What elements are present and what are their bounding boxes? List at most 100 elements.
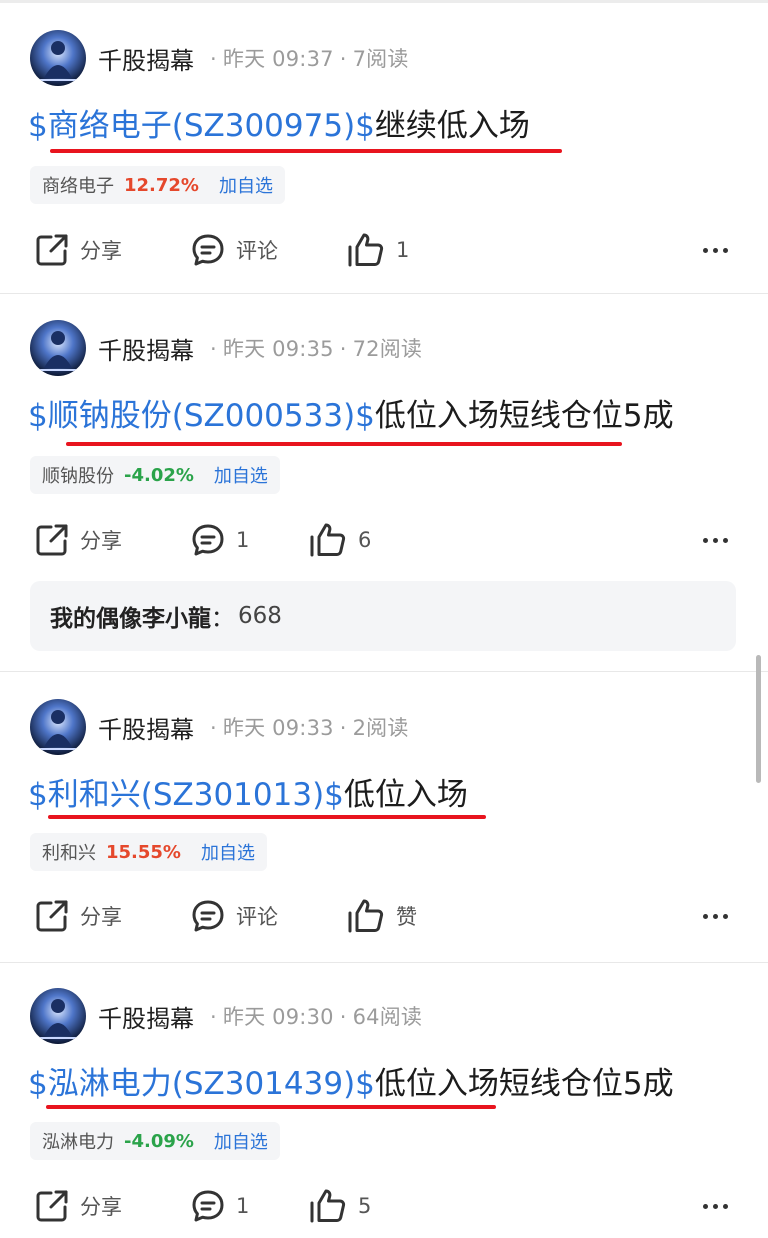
post-meta: · 昨天 09:35 · 72阅读 xyxy=(210,337,423,361)
post-title-text: 低位入场短线仓位5成 xyxy=(374,398,674,434)
post-time: 昨天 09:30 xyxy=(222,1005,334,1029)
post-header: 千股揭幕 · 昨天 09:35 · 72阅读 xyxy=(30,318,422,378)
top-divider xyxy=(0,0,768,3)
like-count: 6 xyxy=(358,528,372,552)
more-icon xyxy=(703,537,708,543)
annotation-underline xyxy=(66,442,622,446)
more-button[interactable] xyxy=(703,894,728,938)
post-meta: · 昨天 09:37 · 7阅读 xyxy=(210,47,409,71)
author-avatar[interactable] xyxy=(30,699,86,755)
comment-label: 评论 xyxy=(236,239,278,263)
post-card[interactable]: 千股揭幕 · 昨天 09:30 · 64阅读 $泓淋电力(SZ301439)$低位入场… xyxy=(0,986,768,1238)
read-count: 64阅读 xyxy=(352,1005,423,1029)
stock-chip[interactable]: 顺钠股份 -4.02% 加自选 xyxy=(30,456,280,494)
post-meta: · 昨天 09:30 · 64阅读 xyxy=(210,1005,423,1029)
post-title-text: 低位入场短线仓位5成 xyxy=(374,1066,674,1102)
post-header: 千股揭幕 · 昨天 09:30 · 64阅读 xyxy=(30,986,422,1046)
stock-chip-name: 利和兴 xyxy=(42,843,96,864)
top-comment[interactable]: 我的偶像李小龍： 668 xyxy=(30,581,736,651)
stock-tag-link[interactable]: $利和兴(SZ301013)$ xyxy=(28,777,344,813)
author-avatar[interactable] xyxy=(30,320,86,376)
stock-chip[interactable]: 利和兴 15.55% 加自选 xyxy=(30,833,267,871)
comment-button[interactable]: 评论 xyxy=(190,228,278,272)
stock-tag-link[interactable]: $泓淋电力(SZ301439)$ xyxy=(28,1066,375,1102)
comment-button[interactable]: 1 xyxy=(190,518,249,562)
post-title[interactable]: $泓淋电力(SZ301439)$低位入场短线仓位5成 xyxy=(28,1062,674,1106)
post-card[interactable]: 千股揭幕 · 昨天 09:33 · 2阅读 $利和兴(SZ301013)$低位入场 利… xyxy=(0,697,768,963)
post-meta: · 昨天 09:33 · 2阅读 xyxy=(210,716,409,740)
post-title-text: 低位入场 xyxy=(343,777,468,813)
more-button[interactable] xyxy=(703,518,728,562)
post-time: 昨天 09:37 xyxy=(222,47,334,71)
comment-icon xyxy=(190,232,226,268)
post-actions: 分享 1 5 xyxy=(0,1184,768,1228)
like-label: 1 xyxy=(396,238,410,262)
comment-button[interactable]: 评论 xyxy=(190,894,278,938)
post-actions: 分享 评论 1 xyxy=(0,228,768,272)
share-icon xyxy=(34,232,70,268)
share-button[interactable]: 分享 xyxy=(34,518,122,562)
annotation-underline xyxy=(46,1105,496,1109)
add-watchlist-button[interactable]: 加自选 xyxy=(214,462,268,488)
more-button[interactable] xyxy=(703,1184,728,1228)
author-avatar[interactable] xyxy=(30,30,86,86)
share-icon xyxy=(34,522,70,558)
scrollbar[interactable] xyxy=(756,655,761,783)
stock-chip[interactable]: 泓淋电力 -4.09% 加自选 xyxy=(30,1122,280,1160)
like-button[interactable]: 赞 xyxy=(346,894,417,938)
comment-author[interactable]: 我的偶像李小龍 xyxy=(50,599,211,633)
post-title[interactable]: $利和兴(SZ301013)$低位入场 xyxy=(28,773,468,817)
share-label: 分享 xyxy=(80,905,122,929)
comment-icon xyxy=(190,522,226,558)
comment-button[interactable]: 1 xyxy=(190,1184,249,1228)
post-time: 昨天 09:33 xyxy=(222,716,334,740)
stock-chip-name: 商络电子 xyxy=(42,176,114,197)
more-button[interactable] xyxy=(703,228,728,272)
thumbs-up-icon xyxy=(308,522,348,558)
comment-colon: ： xyxy=(211,606,234,632)
add-watchlist-button[interactable]: 加自选 xyxy=(214,1128,268,1154)
stock-chip-name: 泓淋电力 xyxy=(42,1132,114,1153)
post-divider xyxy=(0,962,768,963)
comment-count: 1 xyxy=(236,528,250,552)
stock-tag-link[interactable]: $商络电子(SZ300975)$ xyxy=(28,108,375,144)
like-button[interactable]: 5 xyxy=(308,1184,371,1228)
stock-chip[interactable]: 商络电子 12.72% 加自选 xyxy=(30,166,285,204)
post-divider xyxy=(0,671,768,672)
post-title[interactable]: $顺钠股份(SZ000533)$低位入场短线仓位5成 xyxy=(28,394,674,438)
like-label: 赞 xyxy=(396,905,417,929)
stock-chip-name: 顺钠股份 xyxy=(42,466,114,487)
post-card[interactable]: 千股揭幕 · 昨天 09:35 · 72阅读 $顺钠股份(SZ000533)$低位入场… xyxy=(0,318,768,672)
share-button[interactable]: 分享 xyxy=(34,228,122,272)
add-watchlist-button[interactable]: 加自选 xyxy=(219,172,273,198)
share-label: 分享 xyxy=(80,1195,122,1219)
post-header: 千股揭幕 · 昨天 09:37 · 7阅读 xyxy=(30,28,409,88)
comment-text: 668 xyxy=(238,603,282,629)
post-title-text: 继续低入场 xyxy=(374,108,530,144)
like-count: 5 xyxy=(358,1194,372,1218)
post-actions: 分享 评论 赞 xyxy=(0,894,768,938)
author-name[interactable]: 千股揭幕 xyxy=(98,999,194,1034)
stock-chip-change: 12.72% xyxy=(124,174,199,196)
post-title[interactable]: $商络电子(SZ300975)$继续低入场 xyxy=(28,104,530,148)
like-button[interactable]: 1 xyxy=(346,228,409,272)
author-name[interactable]: 千股揭幕 xyxy=(98,331,194,366)
author-name[interactable]: 千股揭幕 xyxy=(98,710,194,745)
annotation-underline xyxy=(50,149,562,153)
read-count: 7阅读 xyxy=(352,47,409,71)
add-watchlist-button[interactable]: 加自选 xyxy=(201,839,255,865)
comment-count: 1 xyxy=(236,1194,250,1218)
stock-tag-link[interactable]: $顺钠股份(SZ000533)$ xyxy=(28,398,375,434)
author-name[interactable]: 千股揭幕 xyxy=(98,41,194,76)
author-avatar[interactable] xyxy=(30,988,86,1044)
comment-label: 评论 xyxy=(236,905,278,929)
post-feed: 千股揭幕 · 昨天 09:37 · 7阅读 $商络电子(SZ300975)$继续低入场… xyxy=(0,0,768,1238)
comment-icon xyxy=(190,898,226,934)
like-button[interactable]: 6 xyxy=(308,518,371,562)
post-actions: 分享 1 6 xyxy=(0,518,768,562)
share-button[interactable]: 分享 xyxy=(34,1184,122,1228)
more-icon xyxy=(703,247,708,253)
share-button[interactable]: 分享 xyxy=(34,894,122,938)
post-card[interactable]: 千股揭幕 · 昨天 09:37 · 7阅读 $商络电子(SZ300975)$继续低入场… xyxy=(0,28,768,294)
post-header: 千股揭幕 · 昨天 09:33 · 2阅读 xyxy=(30,697,409,757)
